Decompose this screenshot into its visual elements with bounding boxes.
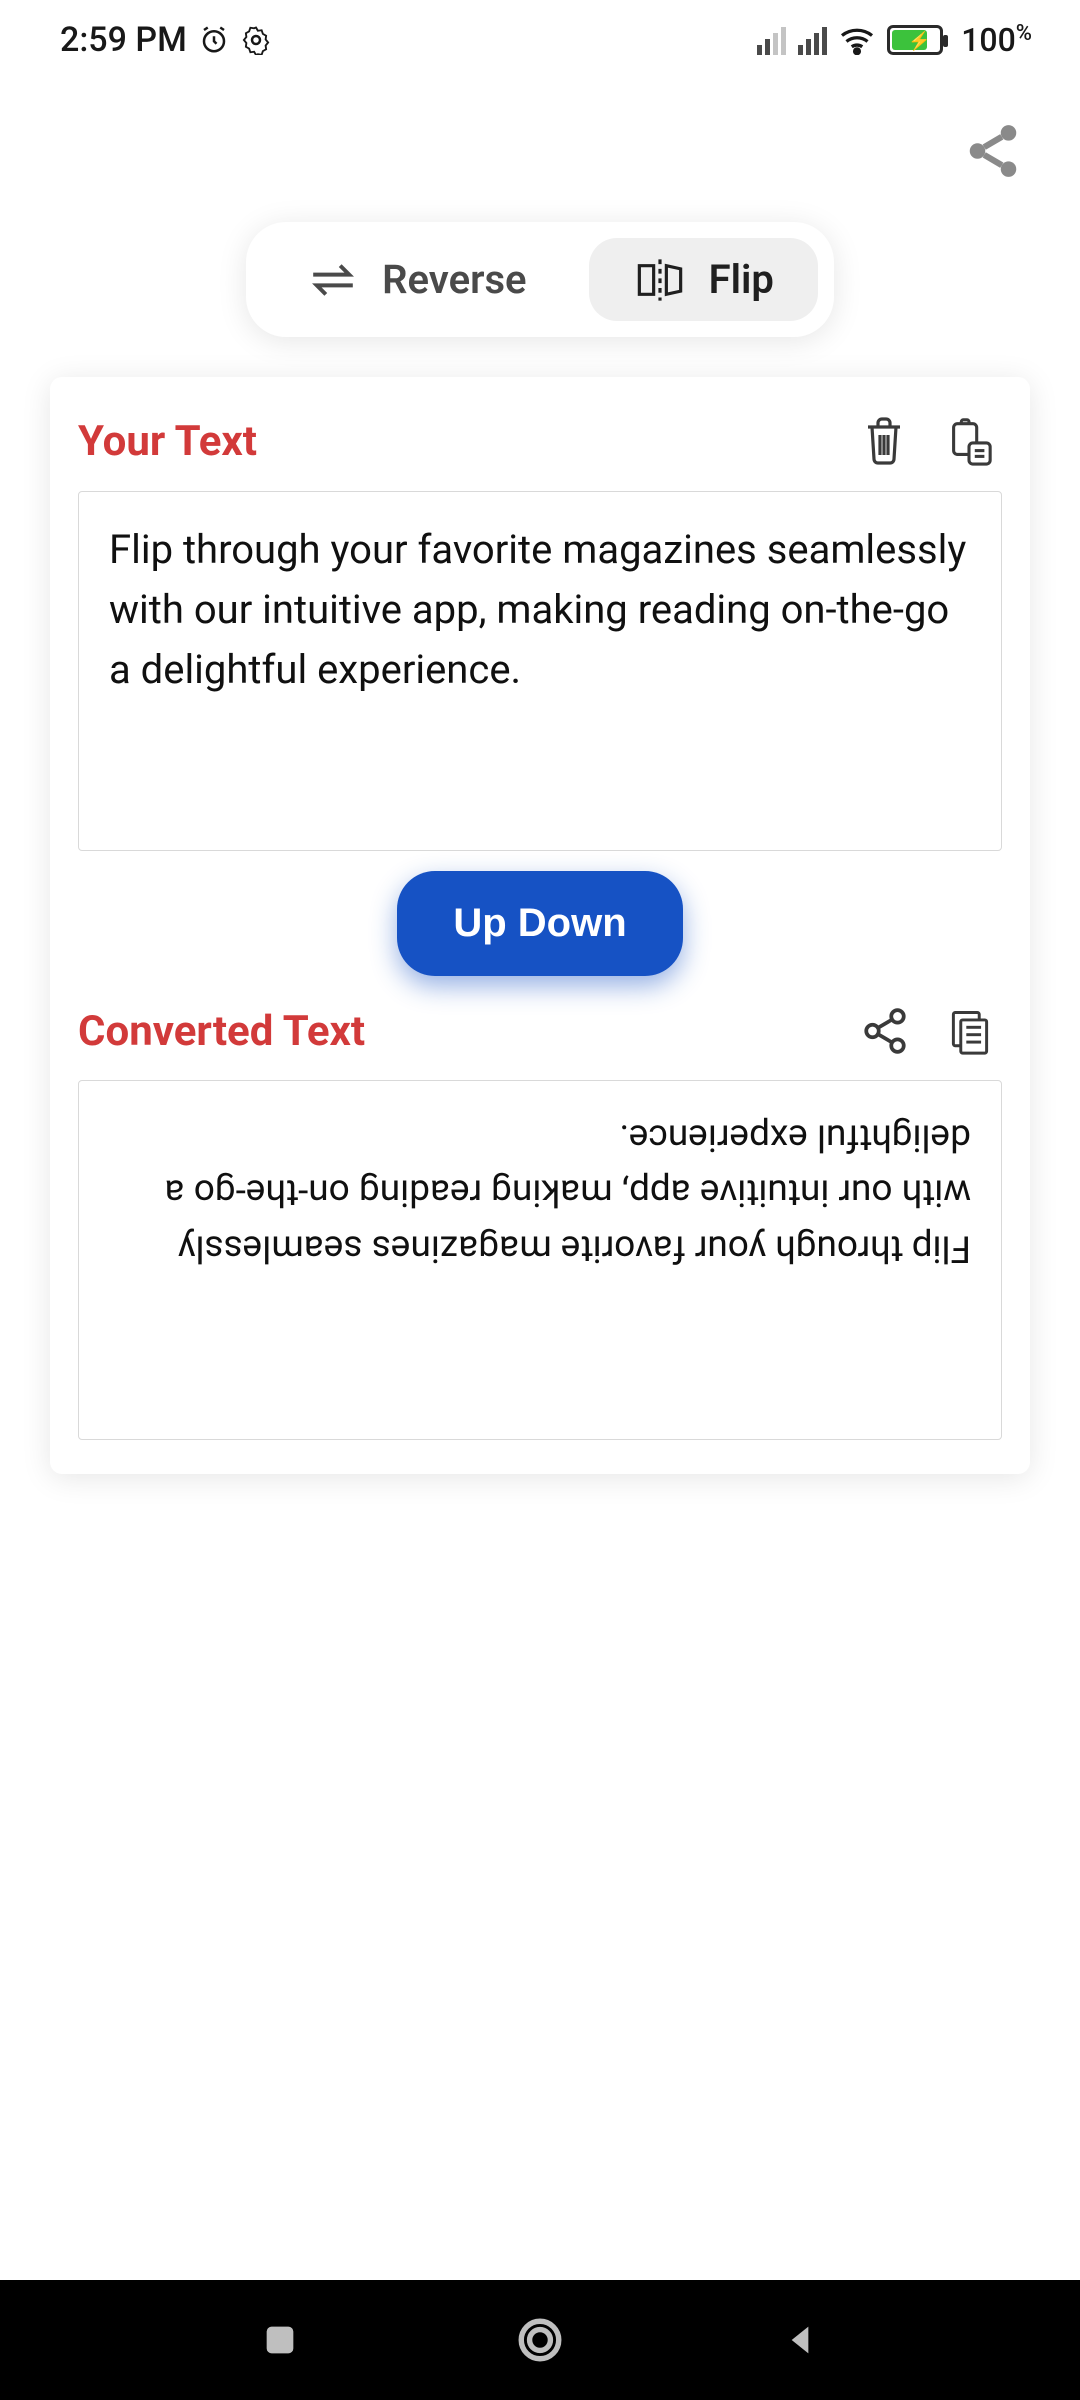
output-header: Converted Text <box>78 996 1002 1080</box>
recent-apps-button[interactable] <box>260 2320 300 2360</box>
status-left: 2:59 PM <box>60 20 271 60</box>
tab-reverse-label: Reverse <box>382 256 526 303</box>
battery-percent: 100% <box>961 21 1032 59</box>
input-text: Flip through your favorite magazines sea… <box>109 520 971 700</box>
android-nav-bar <box>0 2280 1080 2400</box>
home-button[interactable] <box>515 2315 565 2365</box>
output-title: Converted Text <box>78 1007 365 1056</box>
updown-label: Up Down <box>453 901 626 945</box>
share-icon[interactable] <box>962 120 1024 182</box>
output-textarea[interactable]: Flip through your favorite magazines sea… <box>78 1080 1002 1440</box>
input-title: Your Text <box>78 417 257 466</box>
signal-icon-1 <box>757 25 786 55</box>
output-text: Flip through your favorite magazines sea… <box>109 1109 971 1276</box>
mode-tabs: Reverse Flip <box>246 222 834 337</box>
tab-flip-label: Flip <box>709 256 774 303</box>
trash-icon[interactable] <box>860 415 908 467</box>
battery-icon: ⚡ <box>887 25 943 55</box>
flip-icon <box>633 258 687 302</box>
main-card: Your Text Flip through your favorite m <box>50 377 1030 1474</box>
reverse-icon <box>306 258 360 302</box>
status-right: ⚡ 100% <box>757 21 1032 59</box>
signal-icon-2 <box>798 25 827 55</box>
updown-button[interactable]: Up Down <box>397 871 682 976</box>
input-textarea[interactable]: Flip through your favorite magazines sea… <box>78 491 1002 851</box>
copy-icon[interactable] <box>946 1006 994 1056</box>
paste-icon[interactable] <box>944 415 994 467</box>
alarm-icon <box>199 25 229 55</box>
back-button[interactable] <box>780 2320 820 2360</box>
share-result-icon[interactable] <box>860 1006 910 1056</box>
gear-icon <box>241 25 271 55</box>
wifi-icon <box>839 25 875 55</box>
status-bar: 2:59 PM ⚡ 100% <box>0 0 1080 80</box>
input-header: Your Text <box>78 405 1002 491</box>
clock-text: 2:59 PM <box>60 20 187 60</box>
tab-flip[interactable]: Flip <box>589 238 818 321</box>
tab-reverse[interactable]: Reverse <box>262 238 570 321</box>
